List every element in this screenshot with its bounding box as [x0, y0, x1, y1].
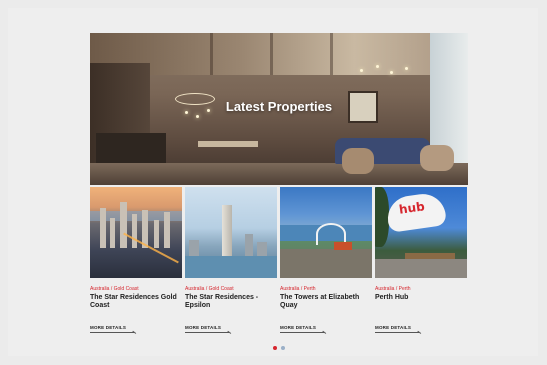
- property-photo[interactable]: [90, 187, 182, 278]
- property-location: Australia / Perth: [375, 286, 411, 292]
- property-card[interactable]: hub Australia / Perth Perth Hub MORE DET…: [375, 187, 467, 333]
- property-location: Australia / Gold Coast: [90, 286, 139, 292]
- more-details-link[interactable]: MORE DETAILS: [375, 325, 419, 333]
- property-photo[interactable]: [185, 187, 277, 278]
- property-card[interactable]: Australia / Gold Coast The Star Residenc…: [90, 187, 182, 333]
- property-name[interactable]: The Star Residences Gold Coast: [90, 294, 182, 312]
- more-details-link[interactable]: MORE DETAILS: [185, 325, 229, 333]
- property-name[interactable]: The Star Residences - Epsilon: [185, 294, 277, 312]
- property-card[interactable]: Australia / Gold Coast The Star Residenc…: [185, 187, 277, 333]
- more-details-link[interactable]: MORE DETAILS: [90, 325, 134, 333]
- hero-title: Latest Properties: [225, 99, 333, 114]
- property-photo[interactable]: hub: [375, 187, 467, 278]
- property-card[interactable]: Australia / Perth The Towers at Elizabet…: [280, 187, 372, 333]
- carousel-dot[interactable]: [281, 346, 285, 350]
- epsilon-tower: [222, 205, 232, 260]
- property-name[interactable]: Perth Hub: [375, 294, 467, 312]
- property-location: Australia / Perth: [280, 286, 316, 292]
- property-photo[interactable]: [280, 187, 372, 278]
- property-name[interactable]: The Towers at Elizabeth Quay: [280, 294, 372, 312]
- property-location: Australia / Gold Coast: [185, 286, 234, 292]
- carousel-dot-active[interactable]: [273, 346, 277, 350]
- more-details-link[interactable]: MORE DETAILS: [280, 325, 324, 333]
- hero-banner[interactable]: Latest Properties: [90, 33, 468, 185]
